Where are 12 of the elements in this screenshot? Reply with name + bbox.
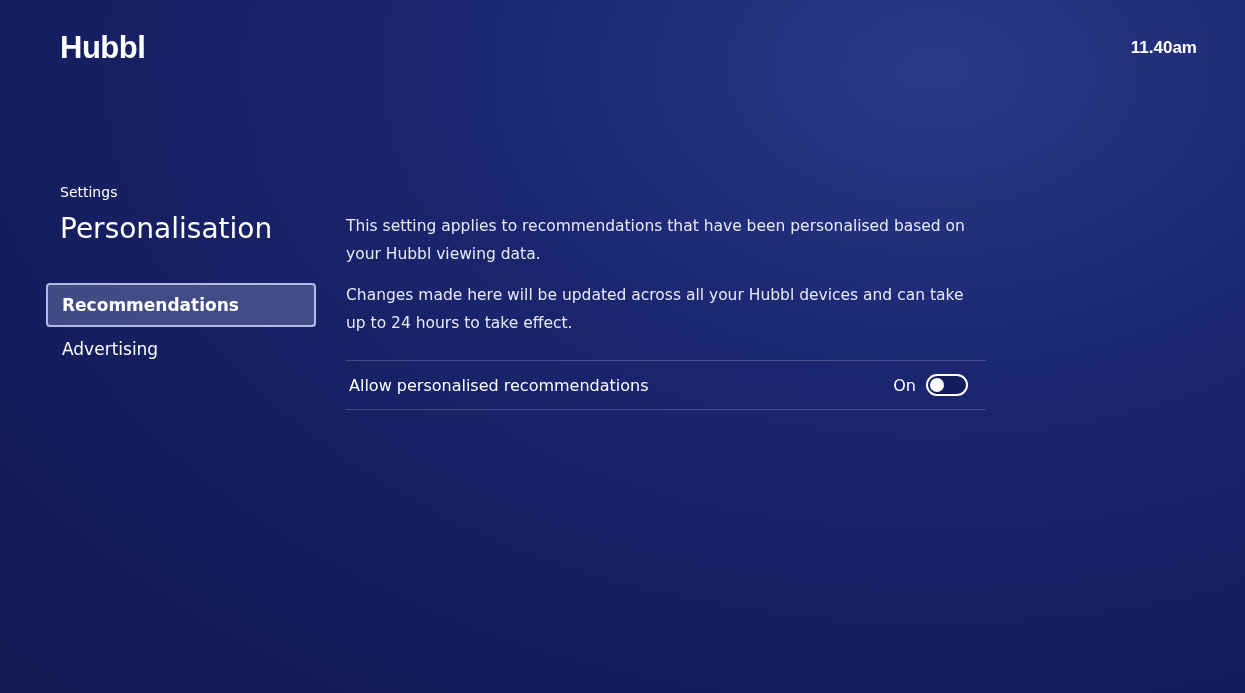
menu-item[interactable]: Recommendations: [46, 283, 316, 327]
toggle-value: On: [893, 375, 916, 395]
page-title: Personalisation: [59, 212, 274, 245]
menu-item[interactable]: Advertising: [46, 327, 316, 371]
description-text: Changes made here will be updated across all your Hubbl devices and can take up to 24 hours to take effect.: [346, 285, 965, 334]
setting-row[interactable]: Allow personalised recommendations On: [346, 360, 986, 410]
breadcrumb: Settings: [59, 184, 119, 200]
description-text: This setting applies to recommendations that have been personalised based on your Hubbl viewing data.: [346, 216, 966, 265]
logo: Hubbl: [60, 30, 146, 66]
setting-label: Allow personalised recommendations: [349, 375, 649, 395]
clock-time: 11.40am: [1130, 38, 1197, 58]
toggle-switch[interactable]: [926, 374, 968, 396]
